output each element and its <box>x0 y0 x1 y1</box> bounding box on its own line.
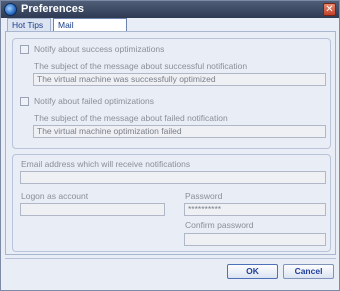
failed-notify-checkbox[interactable] <box>20 97 29 106</box>
close-icon[interactable]: ✕ <box>323 3 336 16</box>
app-logo-icon <box>4 3 17 16</box>
title-bar: Preferences ✕ <box>1 1 339 18</box>
cancel-button[interactable]: Cancel <box>283 264 334 279</box>
footer-divider <box>5 258 336 259</box>
email-field[interactable] <box>20 171 326 184</box>
confirm-password-label: Confirm password <box>185 220 254 230</box>
success-notify-label: Notify about success optimizations <box>34 44 165 54</box>
mail-notifications-panel: Notify about success optimizations The s… <box>5 31 336 255</box>
email-label: Email address which will receive notific… <box>21 159 191 169</box>
ok-button[interactable]: OK <box>227 264 278 279</box>
notification-options-group: Notify about success optimizations The s… <box>12 38 331 149</box>
success-notify-checkbox[interactable] <box>20 45 29 54</box>
success-subject-field[interactable]: The virtual machine was successfully opt… <box>33 73 326 86</box>
confirm-password-field[interactable] <box>184 233 326 246</box>
logon-field[interactable] <box>20 203 165 216</box>
tab-hot-tips[interactable]: Hot Tips <box>7 18 51 31</box>
failed-notify-label: Notify about failed optimizations <box>34 96 155 106</box>
preferences-window: Preferences ✕ Hot Tips Mail Notification… <box>0 0 340 291</box>
tab-mail-notifications[interactable]: Mail Notifications <box>53 18 127 42</box>
failed-subject-label: The subject of the message about failed … <box>34 113 228 123</box>
failed-subject-field[interactable]: The virtual machine optimization failed <box>33 125 326 138</box>
logon-label: Logon as account <box>21 191 89 201</box>
success-subject-label: The subject of the message about success… <box>34 61 248 71</box>
account-settings-group: Email address which will receive notific… <box>12 154 331 252</box>
window-title: Preferences <box>21 3 84 15</box>
password-label: Password <box>185 191 223 201</box>
password-field[interactable]: ********** <box>184 203 326 216</box>
